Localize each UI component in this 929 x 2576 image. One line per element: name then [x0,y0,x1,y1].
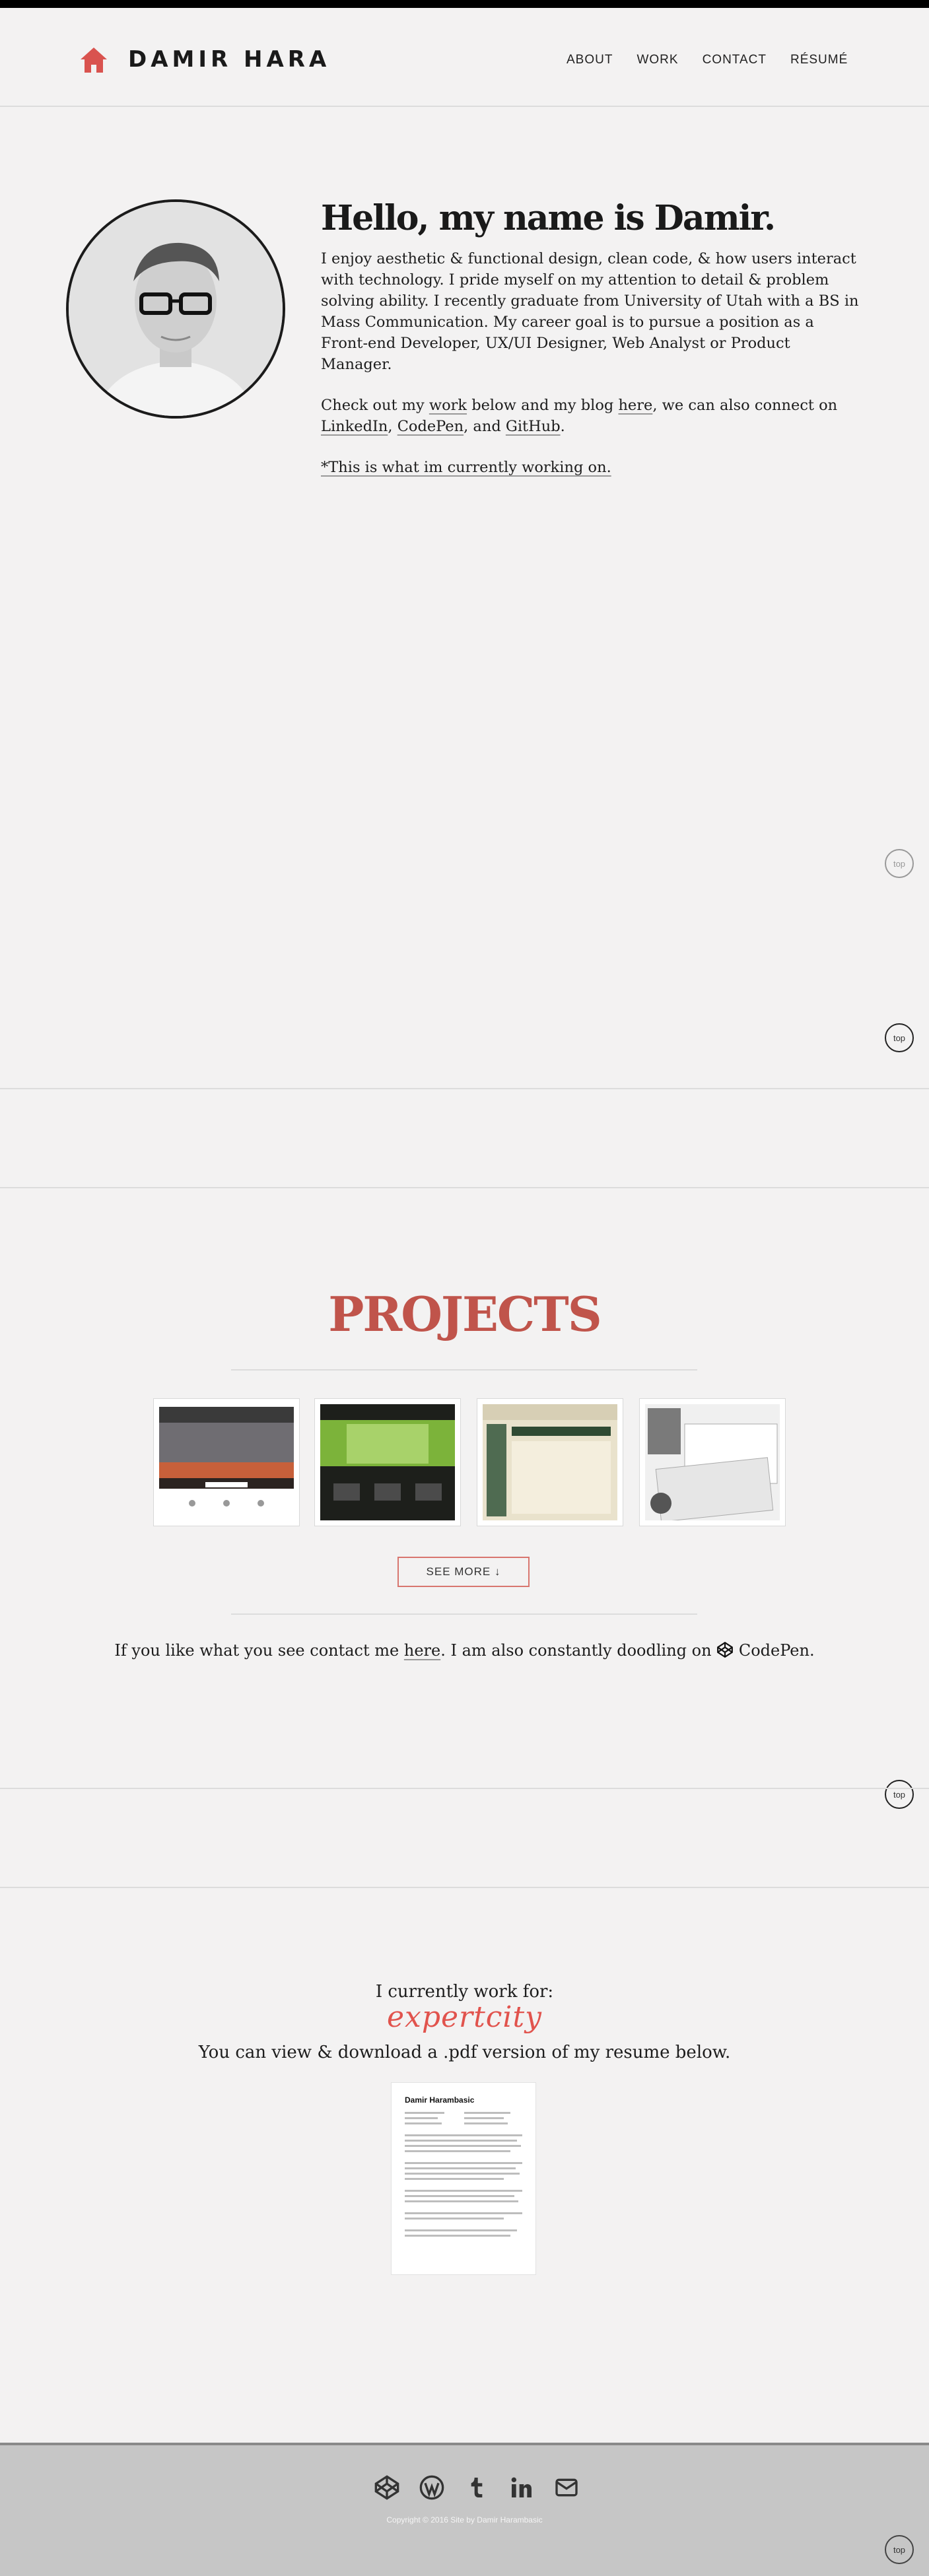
back-to-top-button[interactable]: top [885,849,914,878]
nav-resume[interactable]: RÉSUMÉ [790,53,848,67]
section-divider [0,1088,929,1089]
text: If you like what you see contact me [114,1641,404,1660]
contact-link[interactable]: here [404,1641,440,1660]
nav-work[interactable]: WORK [637,53,678,67]
text: . [560,418,565,435]
project-thumbnail-3[interactable] [477,1398,623,1526]
work-link[interactable]: work [429,397,467,414]
blog-link[interactable]: here [618,397,652,414]
resume-thumbnail[interactable]: Damir Harambasic [391,2082,536,2275]
text: Check out my [321,397,429,414]
linkedin-icon[interactable] [508,2474,535,2503]
text: , [388,418,397,435]
home-icon[interactable] [79,46,108,74]
divider [231,1613,697,1615]
see-more-button[interactable]: SEE MORE ↓ [397,1557,530,1587]
company-logo[interactable]: expertcity [0,2000,929,2034]
avatar [66,199,285,419]
projects-heading: PROJECTS [328,1286,602,1342]
codepen-icon[interactable] [374,2474,400,2503]
current-work-link[interactable]: *This is what im currently working on. [321,459,611,476]
page-title: Hello, my name is Damir. [321,198,776,238]
project-thumbnail-4[interactable] [639,1398,786,1526]
codepen-icon [716,1641,734,1660]
linkedin-link[interactable]: LinkedIn [321,418,388,435]
wordpress-icon[interactable] [419,2474,445,2503]
tumblr-icon[interactable] [464,2474,490,2503]
intro-text: I enjoy aesthetic & functional design, c… [321,248,862,498]
resume-doc-title: Damir Harambasic [405,2095,475,2105]
section-divider [0,1187,929,1188]
text: , and [464,418,506,435]
codepen-link[interactable]: CodePen [397,418,464,435]
text: below and my blog [467,397,619,414]
contact-line: If you like what you see contact me here… [0,1641,929,1660]
project-thumbnail-1[interactable] [153,1398,300,1526]
github-link[interactable]: GitHub [506,418,561,435]
text: . I am also constantly doodling on [440,1641,717,1660]
intro-paragraph: I enjoy aesthetic & functional design, c… [321,250,859,373]
work-for-label: I currently work for: [375,1982,554,2002]
social-links [374,2474,580,2503]
resume-description: You can view & download a .pdf version o… [198,2043,731,2062]
top-bar [0,0,929,8]
nav-about[interactable]: ABOUT [567,53,613,67]
site-footer [0,2443,929,2576]
section-divider [0,1887,929,1888]
back-to-top-button[interactable]: top [885,1023,914,1052]
current-work: *This is what im currently working on. [321,457,862,478]
brand-name[interactable]: DAMIR HARA [128,46,330,73]
nav-contact[interactable]: CONTACT [703,53,767,67]
divider [231,1369,697,1371]
codepen-link[interactable]: CodePen. [739,1641,815,1660]
copyright-text: Copyright © 2016 Site by Damir Harambasi… [386,2515,543,2525]
text: , we can also connect on [652,397,838,414]
project-thumbnail-2[interactable] [314,1398,461,1526]
links-paragraph: Check out my work below and my blog here… [321,395,862,437]
back-to-top-button[interactable]: top [885,1780,914,1809]
back-to-top-button[interactable]: top [885,2535,914,2564]
section-divider [0,1788,929,1789]
main-nav: ABOUT WORK CONTACT RÉSUMÉ [567,53,848,67]
mail-icon[interactable] [553,2474,580,2503]
